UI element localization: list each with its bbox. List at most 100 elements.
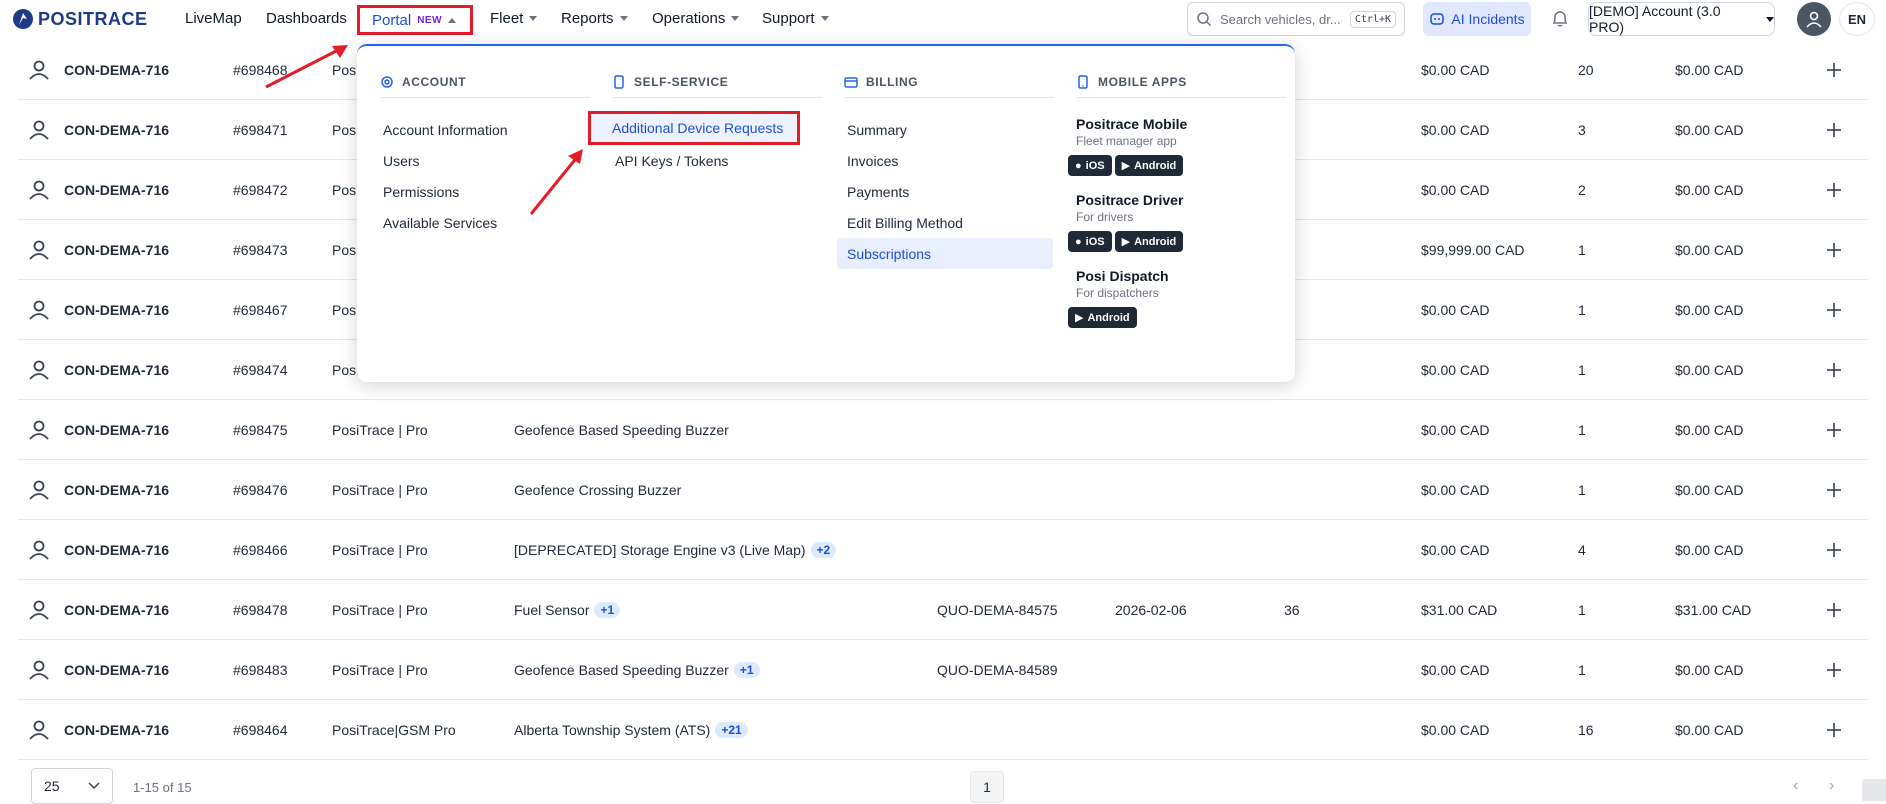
menu-header-self-service: SELF-SERVICE <box>612 66 822 98</box>
table-row[interactable]: CON-DEMA-716 #698466 PosiTrace | Pro [DEPRE… <box>18 520 1868 580</box>
ios-store-button[interactable]: ● iOS <box>1068 231 1112 252</box>
plus-icon[interactable] <box>1826 400 1842 460</box>
ai-incidents-button[interactable]: AI Incidents <box>1423 2 1531 36</box>
more-services-badge[interactable]: +21 <box>715 722 748 738</box>
plus-icon[interactable] <box>1826 700 1842 760</box>
portal-dropdown-menu: ACCOUNT Account Information Users Permis… <box>357 44 1295 382</box>
plus-icon[interactable] <box>1826 340 1842 400</box>
table-row[interactable]: CON-DEMA-716 #698476 PosiTrace | Pro Geofen… <box>18 460 1868 520</box>
amount-cell: $0.00 CAD <box>1421 340 1489 400</box>
plus-icon[interactable] <box>1826 160 1842 220</box>
id-cell-text: #698472 <box>233 182 288 198</box>
menu-item-payments[interactable]: Payments <box>844 176 1054 207</box>
more-services-badge[interactable]: +1 <box>733 662 760 678</box>
menu-item-api-keys[interactable]: API Keys / Tokens <box>612 145 822 176</box>
app-subtitle: For dispatchers <box>1076 286 1159 300</box>
user-icon <box>28 220 50 280</box>
search-input[interactable]: Search vehicles, dr... Ctrl+K <box>1187 2 1405 36</box>
plus-icon[interactable] <box>1826 280 1842 340</box>
account-selector[interactable]: [DEMO] Account (3.0 PRO) <box>1588 2 1775 36</box>
table-row[interactable]: CON-DEMA-716 #698478 PosiTrace | Pro Fuel S… <box>18 580 1868 640</box>
positrace-logo[interactable]: POSITRACE <box>12 8 148 30</box>
android-store-button[interactable]: ▶ Android <box>1068 307 1137 328</box>
nav-fleet[interactable]: Fleet <box>490 10 538 27</box>
total-cell: $0.00 CAD <box>1675 160 1743 220</box>
services-cell-text: Fuel Sensor <box>514 602 590 618</box>
nav-support[interactable]: Support <box>762 10 829 27</box>
ios-store-button[interactable]: ● iOS <box>1068 155 1112 176</box>
user-icon <box>28 520 50 580</box>
id-cell: #698467 <box>233 280 288 340</box>
more-services-badge[interactable]: +1 <box>594 602 621 618</box>
avatar[interactable] <box>1797 2 1831 36</box>
android-label: Android <box>1134 159 1177 172</box>
nav-livemap[interactable]: LiveMap <box>185 10 242 27</box>
app-subtitle: Fleet manager app <box>1076 134 1177 148</box>
plus-icon[interactable] <box>1826 520 1842 580</box>
plus-icon[interactable] <box>1826 640 1842 700</box>
plus-icon[interactable] <box>1826 100 1842 160</box>
table-row[interactable]: CON-DEMA-716 #698475 PosiTrace | Pro Geofen… <box>18 400 1868 460</box>
nav-dashboards[interactable]: Dashboards <box>266 10 347 27</box>
id-cell: #698472 <box>233 160 288 220</box>
amount-cell-text: $0.00 CAD <box>1421 362 1490 378</box>
menu-item-subscriptions[interactable]: Subscriptions <box>837 238 1053 269</box>
menu-item-account-information[interactable]: Account Information <box>380 114 590 145</box>
table-row[interactable]: CON-DEMA-716 #698483 PosiTrace | Pro Geofen… <box>18 640 1868 700</box>
page-button[interactable]: 1 <box>970 771 1004 803</box>
caret-down-icon <box>731 16 740 21</box>
id-cell: #698483 <box>233 640 288 700</box>
quantity-cell: 1 <box>1578 220 1586 280</box>
language-selector[interactable]: EN <box>1839 2 1875 36</box>
table-row[interactable]: CON-DEMA-716 #698464 PosiTrace|GSM Pro Albe… <box>18 700 1868 760</box>
menu-item-invoices[interactable]: Invoices <box>844 145 1054 176</box>
plus-icon[interactable] <box>1826 460 1842 520</box>
page-size-select[interactable]: 25 <box>31 768 113 804</box>
plan-cell: PosiTrace|GSM Pro <box>332 700 456 760</box>
caret-down-icon <box>1766 16 1774 22</box>
user-icon <box>28 580 50 640</box>
more-services-badge[interactable]: +2 <box>810 542 837 558</box>
chevron-right-icon[interactable]: › <box>1829 777 1834 795</box>
play-icon: ▶ <box>1075 312 1084 324</box>
page-size-value: 25 <box>44 778 60 794</box>
menu-item-additional-device-requests[interactable]: Additional Device Requests <box>588 111 800 145</box>
amount-cell-text: $0.00 CAD <box>1421 482 1490 498</box>
nav-reports[interactable]: Reports <box>561 10 628 27</box>
total-cell: $0.00 CAD <box>1675 640 1743 700</box>
android-store-button[interactable]: ▶ Android <box>1114 155 1184 176</box>
total-cell-text: $0.00 CAD <box>1675 62 1744 78</box>
chevron-left-icon[interactable]: ‹ <box>1793 777 1798 795</box>
feedback-tab[interactable] <box>1862 779 1886 801</box>
apple-icon: ● <box>1075 235 1082 248</box>
services-cell: Alberta Township System (ATS) +21 <box>514 700 748 760</box>
plan-cell-text: Posi <box>332 122 360 138</box>
menu-item-edit-billing-method[interactable]: Edit Billing Method <box>844 207 1054 238</box>
account-cell-text: CON-DEMA-716 <box>64 242 170 258</box>
amount-cell-text: $0.00 CAD <box>1421 122 1490 138</box>
quote-cell-text: QUO-DEMA-84589 <box>937 662 1058 678</box>
plus-icon[interactable] <box>1826 220 1842 280</box>
total-cell: $0.00 CAD <box>1675 400 1743 460</box>
plus-icon[interactable] <box>1826 580 1842 640</box>
user-icon <box>28 40 50 100</box>
plan-cell-text: PosiTrace | Pro <box>332 542 428 558</box>
id-cell: #698473 <box>233 220 288 280</box>
quantity-cell-text: 1 <box>1578 482 1586 498</box>
quantity-cell-text: 2 <box>1578 182 1586 198</box>
count-cell-text: 36 <box>1284 602 1300 618</box>
plus-icon[interactable] <box>1826 40 1842 100</box>
total-cell-text: $0.00 CAD <box>1675 242 1744 258</box>
id-cell-text: #698475 <box>233 422 288 438</box>
android-store-button[interactable]: ▶ Android <box>1114 231 1184 252</box>
amount-cell: $0.00 CAD <box>1421 40 1489 100</box>
logo-text: POSITRACE <box>38 8 148 29</box>
nav-support-label: Support <box>762 10 815 27</box>
caret-down-icon <box>820 16 829 21</box>
nav-portal[interactable]: Portal NEW <box>357 5 474 35</box>
menu-item-summary[interactable]: Summary <box>844 114 1054 145</box>
bell-icon[interactable] <box>1551 9 1569 29</box>
app-positrace-mobile: Positrace Mobile Fleet manager app ● iOS … <box>1068 116 1286 176</box>
nav-operations[interactable]: Operations <box>652 10 740 27</box>
plan-cell: PosiTrace | Pro <box>332 460 428 520</box>
